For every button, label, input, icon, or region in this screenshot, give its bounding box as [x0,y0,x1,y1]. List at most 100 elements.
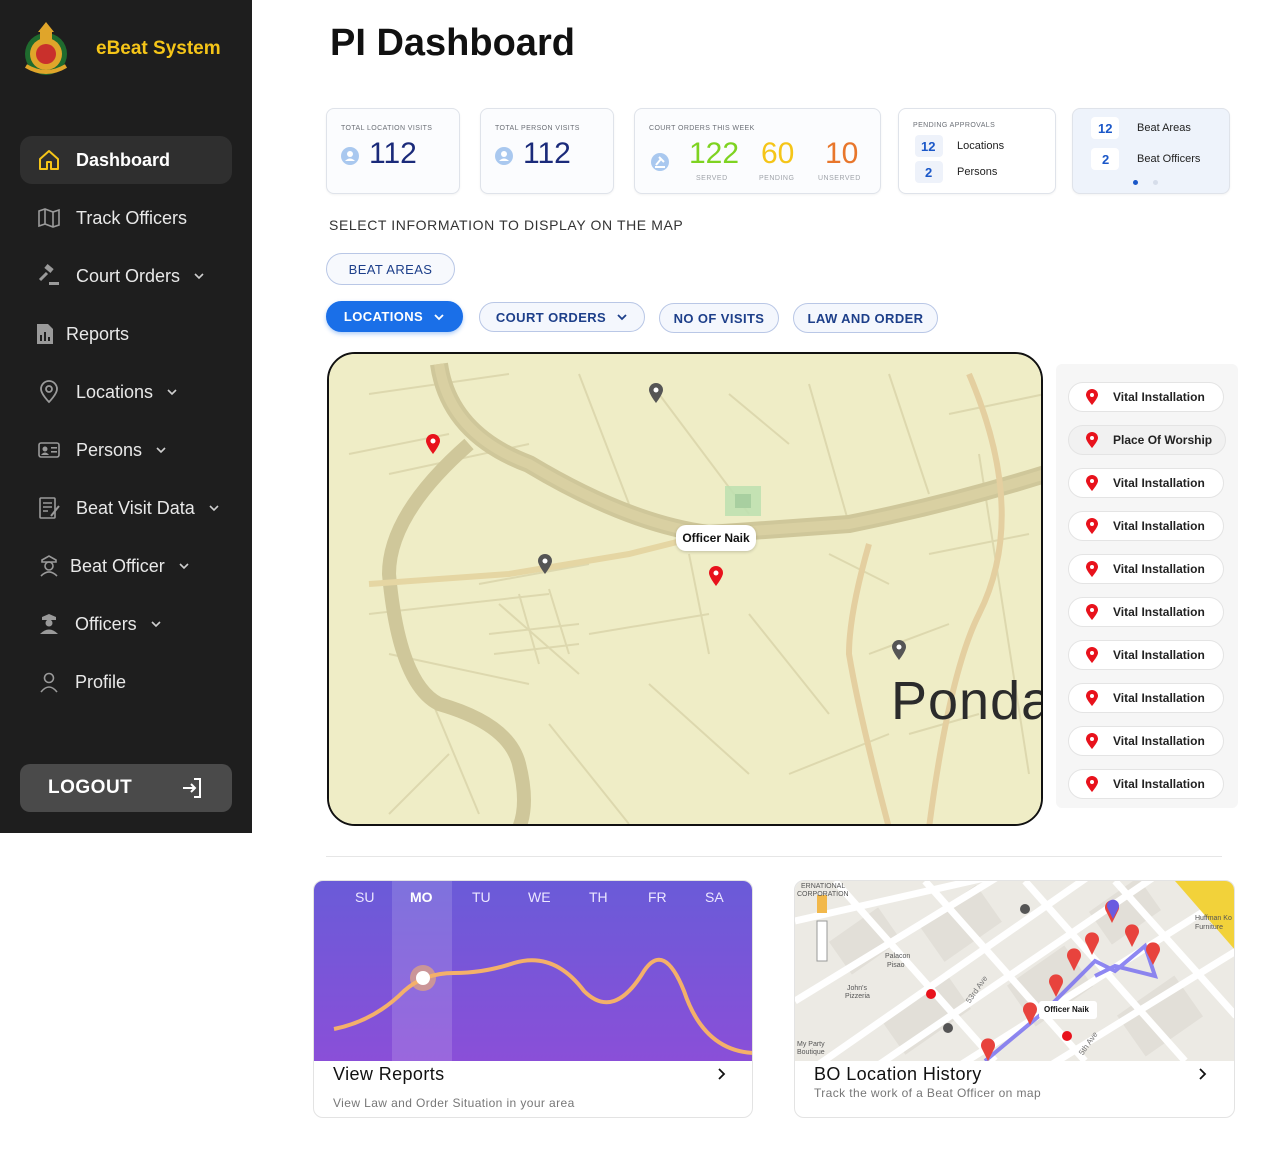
person-visits-card[interactable]: TOTAL PERSON VISITS 112 [480,108,614,194]
logout-icon [183,778,201,798]
officer-icon [36,553,62,579]
legend-item[interactable]: Vital Installation [1068,468,1224,498]
card-label: COURT ORDERS THIS WEEK [649,125,755,132]
legend-item[interactable]: Vital Installation [1068,597,1224,627]
view-reports-card[interactable]: SU MO TU WE TH FR SA View Reports View L… [313,880,753,1118]
pending-locations-count: 12 [921,139,936,154]
day-label-active: MO [410,889,433,905]
sidebar-item-court-orders[interactable]: Court Orders [20,252,232,300]
beat-officers-count: 2 [1102,152,1110,167]
legend-item[interactable]: Vital Installation [1068,554,1224,584]
sidebar-item-profile[interactable]: Profile [20,658,232,706]
person-icon [495,147,513,165]
officer-tooltip: Officer Naik [676,525,756,551]
beat-areas-label: Beat Areas [1137,122,1191,134]
filter-label: LOCATIONS [343,309,424,324]
chevron-down-icon [149,617,163,631]
location-pin-icon [1085,689,1099,707]
legend-label: Place Of Worship [1113,433,1213,447]
card-label: TOTAL PERSON VISITS [495,125,580,132]
map-poi-label: Boutique [797,1049,825,1056]
sidebar-item-track-officers[interactable]: Track Officers [20,194,232,242]
police-icon [36,611,62,637]
court-orders-filter[interactable]: COURT ORDERS [479,302,645,332]
chevron-right-icon [1199,1068,1207,1080]
officer-pin-icon[interactable] [708,565,724,587]
sidebar-item-label: Beat Officer [70,555,165,576]
location-pin-icon[interactable] [891,639,907,661]
chevron-down-icon [177,559,191,573]
sidebar-item-label: Court Orders [76,265,181,286]
person-icon [341,147,359,165]
legend-item[interactable]: Vital Installation [1068,769,1224,799]
sidebar-item-officers[interactable]: Officers [20,600,232,648]
legend-item[interactable]: Place Of Worship [1068,425,1226,455]
location-pin-icon[interactable] [425,433,441,455]
map-place-label: Ponda [891,671,1041,731]
map-poi-label: John's [847,985,868,992]
court-orders-card[interactable]: COURT ORDERS THIS WEEK 122 SERVED 60 PEN… [634,108,881,194]
map-filter-heading: SELECT INFORMATION TO DISPLAY ON THE MAP [329,217,684,233]
location-pin-icon[interactable] [648,382,664,404]
chevron-down-icon [165,385,179,399]
sidebar-item-beat-officer[interactable]: Beat Officer [20,542,232,590]
carousel-dot[interactable] [1153,180,1158,185]
sidebar-item-reports[interactable]: Reports [20,310,232,358]
legend-item[interactable]: Vital Installation [1068,640,1224,670]
legend-item[interactable]: Vital Installation [1068,726,1224,756]
sidebar-item-dashboard[interactable]: Dashboard [20,136,232,184]
day-label: SU [355,889,375,905]
day-label: FR [648,889,667,905]
sidebar-item-beat-visit-data[interactable]: Beat Visit Data [20,484,232,532]
notes-icon [36,495,62,521]
beat-map[interactable] [327,352,1043,826]
brand-name: eBeat System [96,38,221,59]
pending-approvals-card[interactable]: PENDING APPROVALS 12 Locations 2 Persons [898,108,1056,194]
law-and-order-filter[interactable]: LAW AND ORDER [793,303,938,333]
location-pin-icon [1085,388,1099,406]
court-order-icon [651,153,669,171]
sidebar-nav: Dashboard Track Officers Court Orders Re… [20,136,232,716]
legend-label: Vital Installation [1113,562,1205,576]
beat-officers-label: Beat Officers [1137,153,1201,165]
chevron-down-icon [154,443,168,457]
beat-areas-filter[interactable]: BEAT AREAS [326,253,455,285]
legend-item[interactable]: Vital Installation [1068,511,1224,541]
location-pin-icon [1085,775,1099,793]
location-visits-card[interactable]: TOTAL LOCATION VISITS 112 [326,108,460,194]
legend-label: Vital Installation [1113,691,1205,705]
card-label: TOTAL LOCATION VISITS [341,125,433,132]
filter-label: BEAT AREAS [348,261,433,277]
brand[interactable]: eBeat System [18,18,238,80]
bo-location-history-card[interactable]: ERNATIONAL CORPORATION Palacon Pisao Joh… [794,880,1235,1118]
map-poi-label: CORPORATION [797,891,849,898]
legend-label: Vital Installation [1113,777,1205,791]
pending-count: 60 [761,137,795,170]
page-title: PI Dashboard [330,22,575,64]
sidebar-item-persons[interactable]: Persons [20,426,232,474]
carousel-dot-active[interactable] [1133,180,1138,185]
map-poi-label: Palacon [885,953,911,960]
beat-summary-card[interactable]: 12 Beat Areas 2 Beat Officers [1072,108,1230,194]
location-pin-icon [1085,517,1099,535]
section-divider [326,856,1222,857]
location-pin-icon [1085,603,1099,621]
locations-filter[interactable]: LOCATIONS [326,301,463,332]
location-pin-icon [1085,474,1099,492]
report-icon [36,321,54,347]
pending-persons-label: Persons [957,166,998,178]
location-visits-value: 112 [369,137,417,170]
tile-subtitle: Track the work of a Beat Officer on map [814,1086,1042,1100]
map-officer-label: Officer Naik [1044,1005,1089,1014]
location-pin-icon[interactable] [537,553,553,575]
location-pin-icon [1085,431,1099,449]
legend-item[interactable]: Vital Installation [1068,683,1224,713]
filter-label: LAW AND ORDER [807,310,924,326]
filter-label: NO OF VISITS [673,310,765,326]
no-of-visits-filter[interactable]: NO OF VISITS [659,303,779,333]
legend-label: Vital Installation [1113,476,1205,490]
legend-item[interactable]: Vital Installation [1068,382,1224,412]
sidebar-item-locations[interactable]: Locations [20,368,232,416]
logout-label: LOGOUT [48,777,133,798]
logout-button[interactable]: LOGOUT [20,764,232,812]
